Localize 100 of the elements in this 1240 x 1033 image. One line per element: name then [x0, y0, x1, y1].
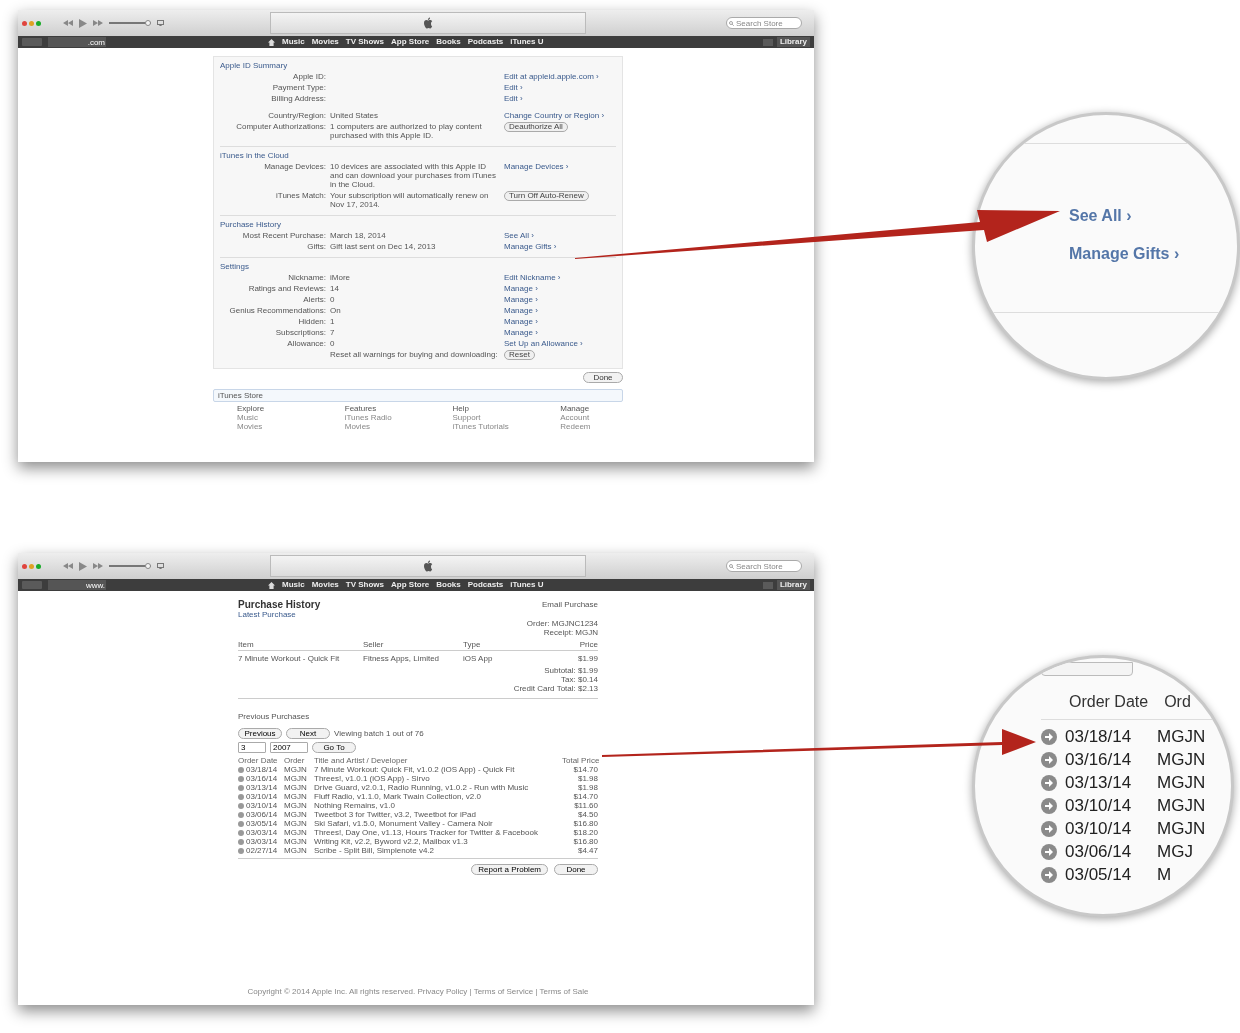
row-link[interactable]: Manage ›	[504, 328, 538, 337]
row-value: 0	[330, 295, 335, 304]
row-link[interactable]: Set Up an Allowance ›	[504, 339, 583, 348]
zoomed-link[interactable]: Manage Gifts ›	[1069, 242, 1237, 266]
store-nav-item[interactable]: Podcasts	[467, 37, 504, 47]
zoom-icon[interactable]	[36, 20, 41, 26]
table-cell-text: 7 Minute Workout - Quick Fit	[238, 654, 341, 663]
volume-slider[interactable]	[109, 563, 151, 569]
home-icon[interactable]	[268, 581, 275, 589]
table-cell-text: Tweetbot 3 for Twitter, v3.2, Tweetbot for iPad	[314, 810, 477, 819]
store-nav-item[interactable]: Movies	[311, 580, 339, 590]
table-cell-text: Threes!, Day One, v1.13, Hours Tracker for Twitter & Facebook	[314, 828, 539, 837]
zoom-icon[interactable]	[36, 563, 41, 569]
go-button[interactable]: Go To	[312, 742, 356, 753]
arrow-circle-icon[interactable]	[1041, 843, 1057, 860]
row-label: Computer Authorizations:	[236, 122, 326, 131]
row-link[interactable]: Edit at appleid.apple.com ›	[504, 72, 599, 81]
fast-forward-icon[interactable]	[93, 20, 103, 26]
zoomed-link[interactable]: See All ›	[1069, 204, 1237, 228]
row-link[interactable]: Manage ›	[504, 306, 538, 315]
store-nav-item[interactable]: Podcasts	[467, 580, 504, 590]
month-select[interactable]: 3	[238, 742, 266, 753]
row-link[interactable]: Manage ›	[504, 284, 538, 293]
table-cell-text: Fitness Apps, Limited	[363, 654, 441, 663]
store-nav-item[interactable]: Music	[282, 580, 305, 590]
store-nav-item[interactable]: TV Shows	[345, 37, 385, 47]
footer-link[interactable]: Account	[560, 413, 590, 422]
row-value: United States	[330, 111, 379, 120]
airplay-icon[interactable]	[157, 563, 164, 569]
arrow-circle-icon[interactable]	[1041, 797, 1057, 814]
address-field[interactable]: www.	[48, 580, 106, 590]
store-nav-item[interactable]: TV Shows	[345, 580, 385, 590]
done-button[interactable]: Done	[583, 372, 623, 383]
store-nav-item[interactable]: Books	[436, 37, 461, 47]
store-nav-item[interactable]: Books	[436, 580, 461, 590]
fast-forward-icon[interactable]	[93, 563, 103, 569]
arrow-circle-icon[interactable]	[1041, 866, 1057, 883]
total-line: Credit Card Total: $2.13	[513, 684, 598, 693]
column-header: Type	[463, 640, 482, 649]
store-nav-item[interactable]: App Store	[391, 37, 430, 47]
row-link[interactable]: See All ›	[504, 231, 534, 240]
home-icon[interactable]	[268, 38, 275, 46]
row-link[interactable]: Edit Nickname ›	[504, 273, 561, 282]
arrow-circle-icon[interactable]	[1041, 728, 1057, 745]
year-select[interactable]: 2007	[270, 742, 308, 753]
minimize-icon[interactable]	[29, 20, 34, 26]
order-date-cell-text: 03/10/14	[1065, 794, 1133, 817]
volume-thumb[interactable]	[144, 563, 151, 569]
footer-heading: Features	[344, 404, 377, 413]
table-cell-text: $14.70	[572, 792, 598, 801]
row-button[interactable]: Reset	[504, 350, 535, 360]
store-nav-item[interactable]: Music	[282, 37, 305, 47]
next-button[interactable]: Next	[286, 728, 330, 739]
table-cell-text: $14.70	[572, 765, 598, 774]
row-label: Country/Region:	[268, 111, 326, 120]
row-link[interactable]: Change Country or Region ›	[504, 111, 605, 120]
row-link[interactable]: Manage Devices ›	[504, 162, 569, 171]
search-field[interactable]: Search Store	[726, 17, 802, 29]
minimize-icon[interactable]	[29, 563, 34, 569]
store-nav-item[interactable]: iTunes U	[510, 37, 544, 47]
store-nav-item[interactable]: Movies	[311, 37, 339, 47]
library-button[interactable]: Library	[776, 580, 810, 590]
row-link[interactable]: Edit ›	[504, 94, 523, 103]
row-link[interactable]: Manage Gifts ›	[504, 242, 557, 251]
rewind-icon[interactable]	[63, 563, 73, 569]
footer-link[interactable]: Music	[237, 413, 258, 422]
address-field[interactable]: .com	[48, 37, 106, 47]
search-field[interactable]: Search Store	[726, 560, 802, 572]
volume-slider[interactable]	[109, 20, 151, 26]
table-cell: 02/27/14	[246, 846, 278, 855]
footer-link[interactable]: iTunes Radio	[344, 413, 392, 422]
footer-link[interactable]: Movies	[344, 422, 371, 431]
row-button[interactable]: Turn Off Auto-Renew	[504, 191, 589, 201]
close-icon[interactable]	[22, 20, 27, 26]
arrow-circle-icon[interactable]	[1041, 751, 1057, 768]
report-problem-button[interactable]: Report a Problem	[471, 864, 548, 875]
close-icon[interactable]	[22, 563, 27, 569]
arrow-circle-icon[interactable]	[1041, 820, 1057, 837]
airplay-icon[interactable]	[157, 20, 164, 26]
volume-thumb[interactable]	[144, 20, 151, 26]
row-button[interactable]: Deauthorize All	[504, 122, 568, 132]
store-nav-item[interactable]: App Store	[391, 580, 430, 590]
play-icon[interactable]	[79, 18, 87, 28]
done-button[interactable]: Done	[554, 864, 598, 875]
footer-link[interactable]: Redeem	[560, 422, 591, 431]
store-nav-item[interactable]: iTunes U	[510, 580, 544, 590]
row-link[interactable]: Edit ›	[504, 83, 523, 92]
footer-link[interactable]: Support	[452, 413, 481, 422]
previous-button[interactable]: Previous	[238, 728, 282, 739]
row-link[interactable]: Manage ›	[504, 317, 538, 326]
table-cell: 03/13/14	[246, 783, 278, 792]
library-button[interactable]: Library	[776, 37, 810, 47]
play-icon[interactable]	[79, 561, 87, 571]
row-link[interactable]: Manage ›	[504, 295, 538, 304]
footer-link[interactable]: iTunes Tutorials	[452, 422, 509, 431]
footer-link[interactable]: Movies	[237, 422, 263, 431]
email-link[interactable]: Email Purchase	[541, 600, 598, 609]
rewind-icon[interactable]	[63, 20, 73, 26]
arrow-circle-icon[interactable]	[1041, 774, 1057, 791]
table-cell-text: Drive Guard, v2.0.1, Radio Running, v1.0.2 - Run with Music	[314, 783, 530, 792]
